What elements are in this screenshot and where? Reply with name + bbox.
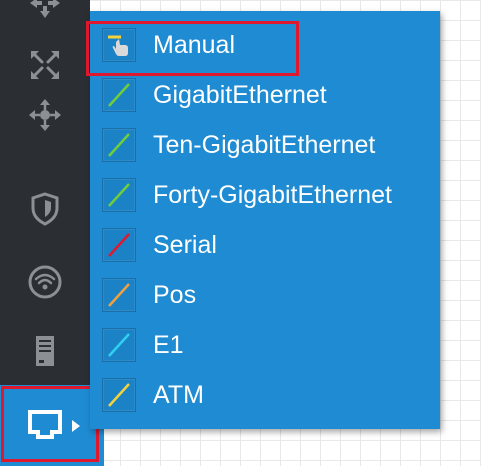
serial-cable-icon <box>102 228 136 262</box>
server-icon[interactable] <box>0 326 90 376</box>
atm-cable-icon <box>102 378 136 412</box>
menu-item-atm[interactable]: ATM <box>102 374 432 416</box>
menu-item-label: Forty-GigabitEthernet <box>153 181 392 209</box>
pos-cable-icon <box>102 278 136 312</box>
manual-icon <box>102 28 136 62</box>
connections-category-active[interactable] <box>0 385 104 466</box>
connection-type-menu: Manual GigabitEthernet Ten-GigabitEthern… <box>90 11 440 429</box>
ten-gigabitethernet-cable-icon <box>102 128 136 162</box>
menu-item-label: GigabitEthernet <box>153 81 327 109</box>
menu-item-serial[interactable]: Serial <box>102 224 432 266</box>
menu-item-label: Pos <box>153 281 197 309</box>
gigabitethernet-cable-icon <box>102 78 136 112</box>
security-icon[interactable] <box>0 184 90 234</box>
menu-item-label: Ten-GigabitEthernet <box>153 131 376 159</box>
expand-arrow-icon <box>72 419 80 437</box>
switch-icon[interactable] <box>0 40 90 90</box>
forty-gigabitethernet-cable-icon <box>102 178 136 212</box>
e1-cable-icon <box>102 328 136 362</box>
router-icon[interactable] <box>0 0 90 28</box>
menu-item-label: ATM <box>153 381 204 409</box>
menu-item-ten-gigabitethernet[interactable]: Ten-GigabitEthernet <box>102 124 432 166</box>
menu-item-forty-gigabitethernet[interactable]: Forty-GigabitEthernet <box>102 174 432 216</box>
menu-item-label: Serial <box>153 231 217 259</box>
menu-item-gigabitethernet[interactable]: GigabitEthernet <box>102 74 432 116</box>
menu-item-label: E1 <box>153 331 184 359</box>
wireless-icon[interactable] <box>0 257 90 307</box>
menu-item-e1[interactable]: E1 <box>102 324 432 366</box>
menu-item-manual[interactable]: Manual <box>102 24 432 66</box>
hub-icon[interactable] <box>0 90 90 140</box>
menu-item-label: Manual <box>153 31 235 59</box>
menu-item-pos[interactable]: Pos <box>102 274 432 316</box>
